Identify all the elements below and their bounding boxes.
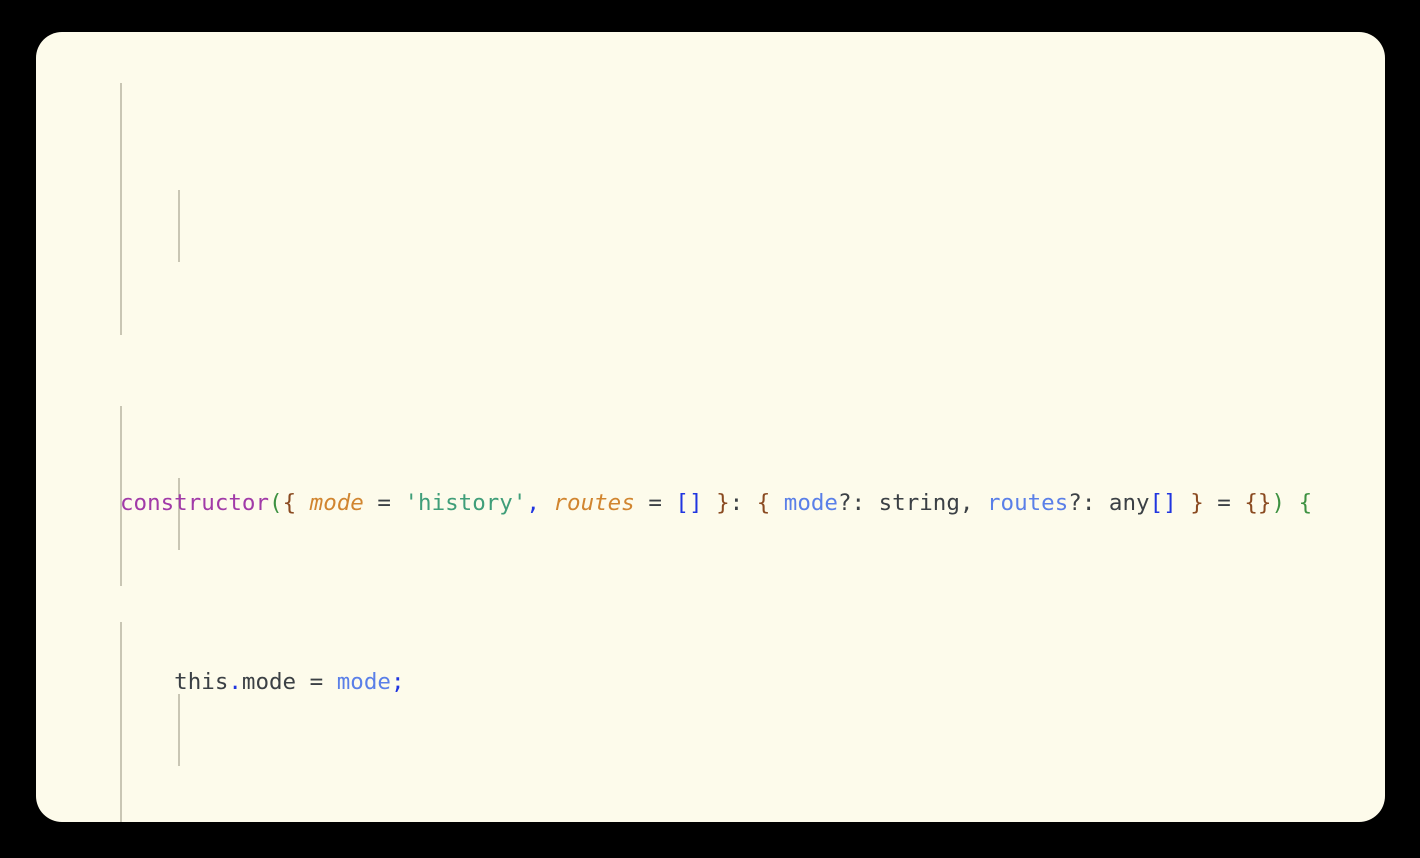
code-line[interactable]: this.mode = mode; xyxy=(120,665,1385,701)
indent-guide-level2 xyxy=(178,190,180,262)
code-line[interactable]: constructor({ mode = 'history', routes =… xyxy=(120,486,1385,522)
token-parameter-ref: mode xyxy=(336,668,391,695)
code-editor-content[interactable]: constructor({ mode = 'history', routes =… xyxy=(36,56,1385,822)
token-parameter: mode xyxy=(309,489,364,516)
token-string: 'history' xyxy=(404,489,527,516)
token-property: mode xyxy=(783,489,838,516)
code-snippet-card: constructor({ mode = 'history', routes =… xyxy=(36,32,1385,822)
indent-guide-level1 xyxy=(120,622,122,822)
indent-guide-level2 xyxy=(178,694,180,766)
indent-guide-level1 xyxy=(120,83,122,335)
token-property: routes xyxy=(987,489,1069,516)
token-function-name: constructor xyxy=(120,489,270,516)
token-parameter: routes xyxy=(553,489,635,516)
